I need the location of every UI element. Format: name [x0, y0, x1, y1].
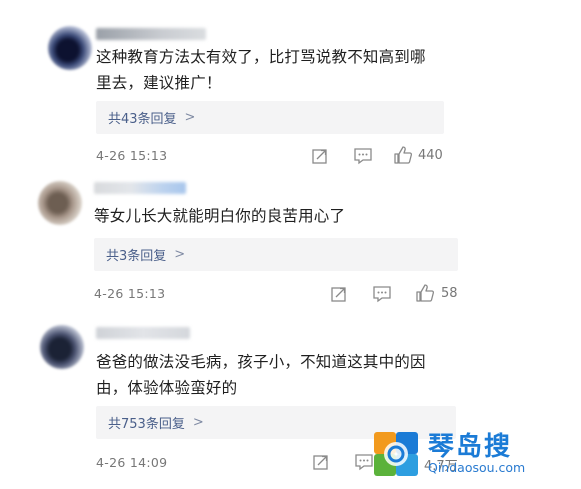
share-icon[interactable]	[311, 147, 329, 165]
timestamp: 4-26 14:09	[96, 455, 168, 470]
comment-text-line: 等女儿长大就能明白你的良苦用心了	[94, 207, 346, 225]
avatar[interactable]	[48, 26, 92, 70]
username[interactable]	[96, 327, 190, 339]
comment-text: 爸爸的做法没毛病，孩子小，不知道这其中的因 由，体验体验蛮好的	[96, 349, 426, 401]
comment-text-line: 爸爸的做法没毛病，孩子小，不知道这其中的因	[96, 353, 426, 371]
comment-text-line: 这种教育方法太有效了，比打骂说教不知高到哪	[96, 48, 426, 66]
comment-text: 等女儿长大就能明白你的良苦用心了	[94, 203, 345, 229]
like-count: 58	[441, 286, 458, 301]
watermark-logo-icon	[374, 432, 418, 476]
username[interactable]	[96, 28, 206, 40]
reply-summary-button[interactable]: 共43条回复 >	[96, 101, 444, 134]
watermark: 琴岛搜 Qindaosou.com	[370, 424, 570, 484]
username[interactable]	[94, 182, 186, 194]
comment-text: 这种教育方法太有效了，比打骂说教不知高到哪 里去，建议推广！	[96, 44, 426, 96]
share-icon[interactable]	[312, 453, 330, 471]
comment-text-line: 里去，建议推广！	[96, 74, 222, 92]
timestamp: 4-26 15:13	[96, 148, 168, 163]
reply-count-label: 共43条回复	[108, 112, 177, 127]
watermark-title: 琴岛搜	[428, 432, 513, 462]
reply-count-label: 共3条回复	[106, 249, 167, 264]
watermark-url: Qindaosou.com	[428, 460, 526, 475]
chevron-right-icon: >	[174, 247, 186, 262]
share-icon[interactable]	[330, 285, 348, 303]
timestamp: 4-26 15:13	[94, 286, 166, 301]
comment-icon[interactable]	[372, 285, 392, 303]
thumbs-up-icon[interactable]	[415, 283, 435, 303]
chevron-right-icon: >	[192, 415, 204, 430]
reply-summary-button[interactable]: 共3条回复 >	[94, 238, 458, 271]
thumbs-up-icon[interactable]	[393, 145, 413, 165]
like-count: 440	[418, 148, 443, 163]
avatar[interactable]	[38, 181, 82, 225]
reply-count-label: 共753条回复	[108, 417, 185, 432]
avatar[interactable]	[40, 325, 84, 369]
chevron-right-icon: >	[184, 110, 196, 125]
comment-text-line: 由，体验体验蛮好的	[96, 379, 238, 397]
comment-icon[interactable]	[353, 147, 373, 165]
